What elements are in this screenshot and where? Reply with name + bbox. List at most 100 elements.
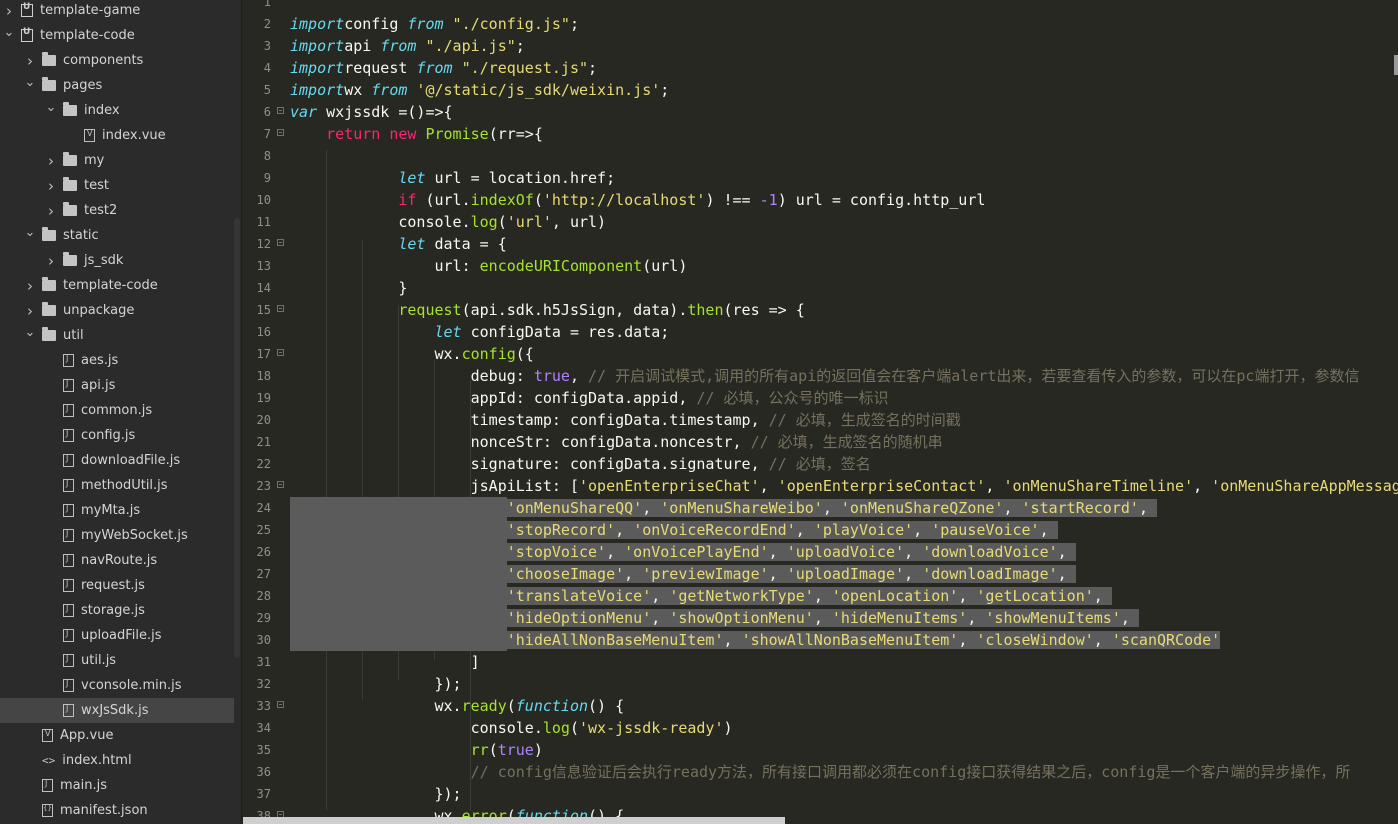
chevron-down-icon[interactable]: ⌄: [24, 75, 36, 90]
code-line[interactable]: 13 url: encodeURIComponent(url): [243, 255, 1398, 277]
code-line[interactable]: 27 'chooseImage', 'previewImage', 'uploa…: [243, 563, 1398, 585]
code-editor[interactable]: 1 2 importconfig from "./config.js"; 3 impor…: [243, 0, 1398, 824]
code-line[interactable]: 21 nonceStr: configData.noncestr, // 必填，…: [243, 431, 1398, 453]
tree-item-storage-js[interactable]: storage.js: [0, 598, 234, 623]
code-token: ,: [768, 565, 787, 583]
code-line[interactable]: 22 signature: configData.signature, // 必…: [243, 453, 1398, 475]
code-line[interactable]: 15 request(api.sdk.h5JsSign, data).then(…: [243, 299, 1398, 321]
fold-toggle-icon[interactable]: [277, 107, 284, 114]
code-line[interactable]: 10 if (url.indexOf('http://localhost') !…: [243, 189, 1398, 211]
chevron-right-icon[interactable]: ›: [45, 252, 57, 270]
code-line[interactable]: 33 wx.ready(function() {: [243, 695, 1398, 717]
code-line[interactable]: 12 let data = {: [243, 233, 1398, 255]
tree-item-uploadfile-js[interactable]: uploadFile.js: [0, 623, 234, 648]
tree-item-main-js[interactable]: main.js: [0, 773, 234, 798]
tree-item-aes-js[interactable]: aes.js: [0, 348, 234, 373]
code-line[interactable]: 35 rr(true): [243, 739, 1398, 761]
chevron-down-icon[interactable]: ⌄: [45, 100, 57, 115]
chevron-right-icon[interactable]: ›: [45, 202, 57, 220]
tree-item-js-sdk[interactable]: › js_sdk: [0, 248, 234, 273]
chevron-right-icon[interactable]: ›: [3, 2, 15, 20]
code-line[interactable]: 20 timestamp: configData.timestamp, // 必…: [243, 409, 1398, 431]
tree-item-manifest-json[interactable]: manifest.json: [0, 798, 234, 823]
code-line[interactable]: 6 var wxjssdk =()=>{: [243, 101, 1398, 123]
code-line[interactable]: 17 wx.config({: [243, 343, 1398, 365]
code-line[interactable]: 4 importrequest from "./request.js";: [243, 57, 1398, 79]
fold-toggle-icon[interactable]: [277, 349, 284, 356]
tree-item-components[interactable]: › components: [0, 48, 234, 73]
tree-item-api-js[interactable]: api.js: [0, 373, 234, 398]
tree-item-common-js[interactable]: common.js: [0, 398, 234, 423]
tree-item-config-js[interactable]: config.js: [0, 423, 234, 448]
code-line[interactable]: 19 appId: configData.appid, // 必填，公众号的唯一…: [243, 387, 1398, 409]
chevron-down-icon[interactable]: ⌄: [3, 25, 15, 40]
tree-item-index-vue[interactable]: index.vue: [0, 123, 234, 148]
tree-item-mymta-js[interactable]: myMta.js: [0, 498, 234, 523]
tree-item-mywebsocket-js[interactable]: myWebSocket.js: [0, 523, 234, 548]
code-line[interactable]: 31 ]: [243, 651, 1398, 673]
horizontal-scrollbar[interactable]: [243, 817, 785, 824]
tree-item-util-js[interactable]: util.js: [0, 648, 234, 673]
code-line[interactable]: 1: [243, 0, 1398, 13]
html-file-icon: <>: [42, 754, 56, 767]
tree-item-unpackage[interactable]: › unpackage: [0, 298, 234, 323]
vertical-scrollbar[interactable]: [1394, 55, 1398, 75]
chevron-down-icon[interactable]: ⌄: [24, 325, 36, 340]
tree-item-my[interactable]: › my: [0, 148, 234, 173]
code-token: config: [461, 345, 516, 363]
chevron-right-icon[interactable]: ›: [45, 177, 57, 195]
chevron-right-icon[interactable]: ›: [45, 152, 57, 170]
tree-item-navroute-js[interactable]: navRoute.js: [0, 548, 234, 573]
code-line[interactable]: 8: [243, 145, 1398, 167]
code-line[interactable]: 26 'stopVoice', 'onVoicePlayEnd', 'uploa…: [243, 541, 1398, 563]
tree-item-static[interactable]: ⌄ static: [0, 223, 234, 248]
code-line[interactable]: 32 });: [243, 673, 1398, 695]
tree-item-wxjssdk-js[interactable]: wxJsSdk.js: [0, 698, 234, 723]
tree-item-test[interactable]: › test: [0, 173, 234, 198]
code-line[interactable]: 14 }: [243, 277, 1398, 299]
tree-item-label: template-code: [63, 278, 158, 293]
fold-toggle-icon[interactable]: [277, 239, 284, 246]
fold-toggle-icon[interactable]: [277, 481, 284, 488]
code-line[interactable]: 24 'onMenuShareQQ', 'onMenuShareWeibo', …: [243, 497, 1398, 519]
code-line[interactable]: 30 'hideAllNonBaseMenuItem', 'showAllNon…: [243, 629, 1398, 651]
tree-item-downloadfile-js[interactable]: downloadFile.js: [0, 448, 234, 473]
code-token: (: [569, 719, 579, 737]
tree-item-index[interactable]: ⌄ index: [0, 98, 234, 123]
tree-item-template-game[interactable]: › template-game: [0, 0, 234, 23]
tree-item-app-vue[interactable]: App.vue: [0, 723, 234, 748]
chevron-right-icon[interactable]: ›: [24, 52, 36, 70]
tree-item-test2[interactable]: › test2: [0, 198, 234, 223]
code-line[interactable]: 28 'translateVoice', 'getNetworkType', '…: [243, 585, 1398, 607]
tree-item-index-html[interactable]: <> index.html: [0, 748, 234, 773]
code-line[interactable]: 9 let url = location.href;: [243, 167, 1398, 189]
code-line[interactable]: 29 'hideOptionMenu', 'showOptionMenu', '…: [243, 607, 1398, 629]
sidebar-scrollbar[interactable]: [234, 218, 240, 658]
code-line[interactable]: 25 'stopRecord', 'onVoiceRecordEnd', 'pl…: [243, 519, 1398, 541]
tree-item-template-code[interactable]: › template-code: [0, 273, 234, 298]
code-line[interactable]: 34 console.log('wx-jssdk-ready'): [243, 717, 1398, 739]
fold-toggle-icon[interactable]: [277, 701, 284, 708]
code-line[interactable]: 3 importapi from "./api.js";: [243, 35, 1398, 57]
chevron-right-icon[interactable]: ›: [24, 277, 36, 295]
tree-item-methodutil-js[interactable]: methodUtil.js: [0, 473, 234, 498]
chevron-right-icon[interactable]: ›: [24, 302, 36, 320]
tree-item-request-js[interactable]: request.js: [0, 573, 234, 598]
code-line[interactable]: 18 debug: true, // 开启调试模式,调用的所有api的返回值会在…: [243, 365, 1398, 387]
code-line[interactable]: 7 return new Promise(rr=>{: [243, 123, 1398, 145]
code-line[interactable]: 36 // config信息验证后会执行ready方法，所有接口调用都必须在co…: [243, 761, 1398, 783]
tree-item-vconsole-min-js[interactable]: vconsole.min.js: [0, 673, 234, 698]
fold-toggle-icon[interactable]: [277, 305, 284, 312]
code-token: true: [497, 741, 534, 759]
code-line[interactable]: 2 importconfig from "./config.js";: [243, 13, 1398, 35]
chevron-down-icon[interactable]: ⌄: [24, 225, 36, 240]
code-line[interactable]: 5 importwx from '@/static/js_sdk/weixin.j…: [243, 79, 1398, 101]
code-line[interactable]: 11 console.log('url', url): [243, 211, 1398, 233]
fold-toggle-icon[interactable]: [277, 129, 284, 136]
code-line[interactable]: 23 jsApiList: ['openEnterpriseChat', 'op…: [243, 475, 1398, 497]
tree-item-template-code[interactable]: ⌄ template-code: [0, 23, 234, 48]
tree-item-util[interactable]: ⌄ util: [0, 323, 234, 348]
tree-item-pages[interactable]: ⌄ pages: [0, 73, 234, 98]
code-line[interactable]: 37 });: [243, 783, 1398, 805]
code-line[interactable]: 16 let configData = res.data;: [243, 321, 1398, 343]
